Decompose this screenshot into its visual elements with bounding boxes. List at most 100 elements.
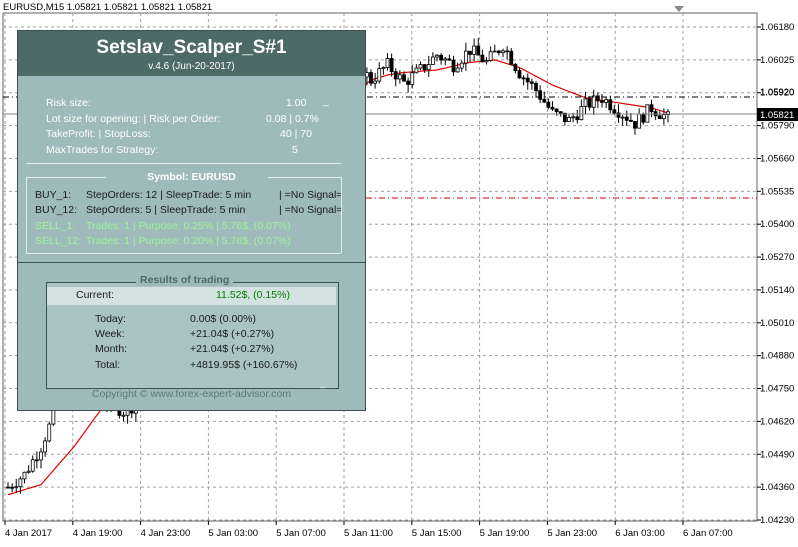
candle-body [6,486,10,489]
x-tick-label: 5 Jan 11:00 [344,528,393,539]
candle-body [422,64,427,71]
candle-body [558,111,563,114]
candle-body [480,54,485,63]
candle-body [484,60,489,63]
candle-body [397,74,402,80]
candle-body [43,440,48,453]
param-value-risk: 1.00 [286,97,307,109]
candle-body [51,409,56,425]
y-tick-label: 1.04360 [760,482,794,493]
total-label: Total: [95,359,121,371]
candle-body [455,67,460,73]
divider [26,177,27,253]
param-value-maxtrades: 5 [292,144,298,156]
candle-body [525,77,530,83]
param-label-risk: Risk size: [46,97,91,109]
x-tick-label: 5 Jan 15:00 [412,528,462,539]
candle-body [649,104,654,113]
copyright[interactable]: Copyright © www.forex-expert-advisor.com [18,388,365,400]
level-label: 1.05920 [760,87,794,98]
param-value-tpsl: 40 | 70 [280,128,312,140]
candle-body [546,101,551,108]
sell12-name: SELL_12: [35,235,82,247]
buy12-info: StepOrders: 5 | SleepTrade: 5 min [86,204,246,216]
candle-body [430,56,435,65]
candle-body [492,50,497,53]
candle-body [10,486,15,489]
candle-body [447,58,452,61]
candle-body [529,81,534,84]
candle-body [641,113,646,123]
candle-body [14,486,19,489]
y-tick-label: 1.06180 [760,22,794,33]
minimize-icon[interactable]: _ [320,377,326,389]
expert-panel[interactable]: Setslav_Scalper_S#1 v.4.6 (Jun-20-2017) … [17,30,366,411]
panel-version: v.4.6 (Jun-20-2017) [148,61,235,72]
y-tick-label: 1.06025 [760,55,794,66]
y-tick-label: 1.05660 [760,153,794,164]
candle-body [30,459,35,472]
candle-body [583,98,588,107]
candle-body [369,72,373,84]
candle-body [459,62,464,69]
panel-title: Setslav_Scalper_S#1 [96,37,287,58]
candle-body [567,117,571,123]
symbol-header: Symbol: EURUSD [147,171,236,183]
candle-body [435,54,439,58]
candle-body [633,120,637,129]
panel-header: Setslav_Scalper_S#1 v.4.6 (Jun-20-2017) [18,31,365,76]
candle-body [389,58,394,73]
x-tick-label: 5 Jan 07:00 [276,528,326,539]
x-tick-label: 5 Jan 23:00 [547,528,597,539]
candle-body [476,45,481,56]
candle-body [542,98,547,103]
param-label-tpsl: TakeProfit: | StopLoss: [46,128,151,140]
y-tick-label: 1.04490 [760,449,794,460]
divider [26,163,341,164]
candle-body [591,95,596,108]
candle-body [402,74,406,82]
candle-body [377,68,382,82]
buy12-signal: | =No Signal= [279,204,343,216]
candle-body [418,64,423,69]
buy1-info: StepOrders: 12 | SleepTrade: 5 min [86,189,252,201]
minimize-icon[interactable]: _ [323,95,329,107]
candle-body [509,50,514,65]
divider [26,253,341,254]
candle-body [571,116,576,119]
candle-body [373,80,378,84]
candle-body [637,113,642,129]
candle-body [496,50,501,54]
week-label: Week: [95,328,125,340]
candle-body [657,115,662,120]
candle-body [538,90,543,100]
candle-body [443,58,448,61]
x-tick-label: 5 Jan 19:00 [480,528,530,539]
candle-body [439,54,444,61]
candle-body [505,50,510,53]
candle-body [451,59,456,73]
param-value-lot: 0.08 | 0.7% [266,113,319,125]
y-tick-label: 1.05270 [760,252,794,263]
candle-body [26,470,31,473]
candle-body [534,82,538,92]
week-value: +21.04$ (+0.27%) [190,328,275,340]
price-label: 1.05821 [760,110,794,121]
candle-body [550,106,555,110]
x-tick-label: 5 Jan 03:00 [208,528,258,539]
buy1-signal: | =No Signal= [279,189,343,201]
current-value: 11.52$, (0.15%) [216,289,290,301]
candle-body [463,50,468,64]
chart-header: EURUSD,M15 1.05821 1.05821 1.05821 1.058… [3,2,212,13]
candle-body [34,459,39,462]
y-tick-label: 1.05400 [760,219,794,230]
candle-body [381,67,386,69]
candle-body [47,423,52,442]
y-tick-label: 1.05140 [760,285,794,296]
sell1-info: Trades: 1 | Purpose: 0.25% | 5.76$, (0.0… [86,220,291,232]
candle-body [575,116,580,121]
results-header: Results of trading [136,274,234,286]
divider [341,177,342,253]
candle-body [18,478,23,488]
section-separator [18,262,365,263]
